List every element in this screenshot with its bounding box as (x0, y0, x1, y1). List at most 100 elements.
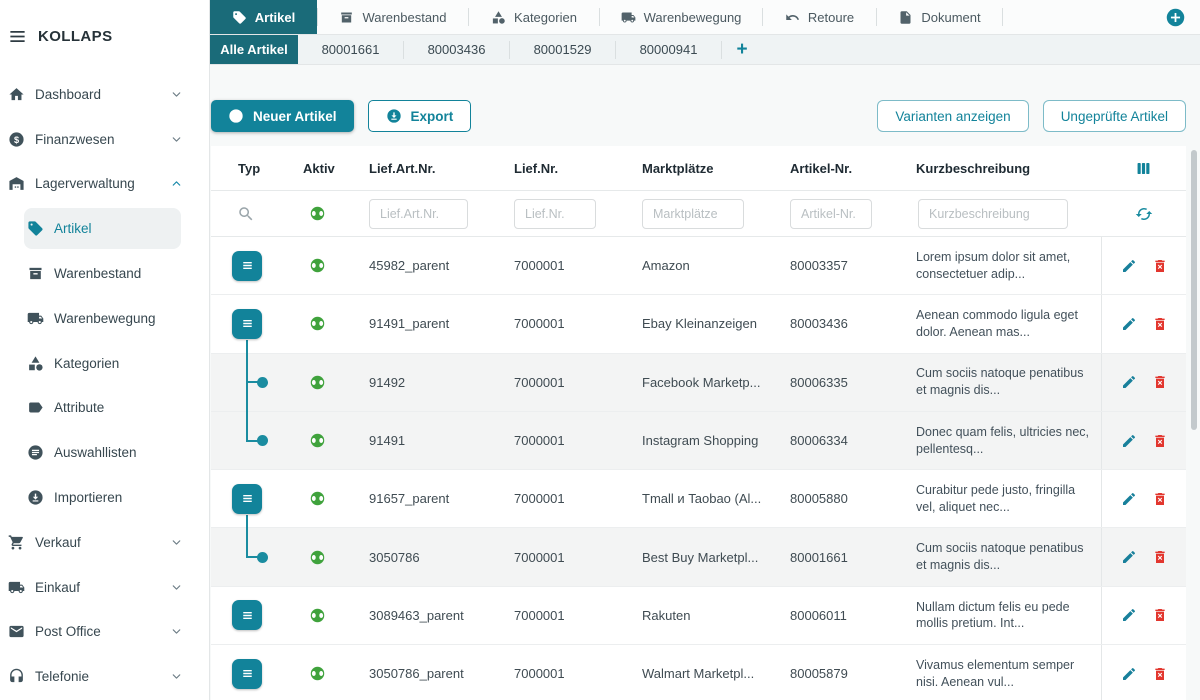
edit-icon[interactable] (1121, 666, 1137, 682)
filter-input-marktplätze[interactable] (642, 199, 744, 229)
sidebar-item-finanzwesen[interactable]: $Finanzwesen (0, 117, 209, 162)
inventory-box-icon (27, 265, 44, 282)
parent-article-list-button[interactable] (232, 659, 262, 689)
lief-art-nr-value: 91491_parent (353, 316, 498, 331)
refresh-icon[interactable] (1135, 205, 1153, 223)
category-shapes-icon (27, 355, 44, 372)
edit-icon[interactable] (1121, 491, 1137, 507)
edit-icon[interactable] (1121, 607, 1137, 623)
sidebar-item-artikel[interactable]: Artikel (0, 206, 209, 251)
edit-icon[interactable] (1121, 374, 1137, 390)
kurzbeschreibung-value: Donec quam felis, ultricies nec, pellent… (902, 424, 1101, 458)
edit-icon[interactable] (1121, 433, 1137, 449)
sidebar-item-telefonie[interactable]: Telefonie (0, 654, 209, 699)
tab-warenbewegung[interactable]: Warenbewegung (600, 0, 762, 34)
filter-input-kurzbeschreibung[interactable] (918, 199, 1068, 229)
filter-input-lief-art-nr[interactable] (369, 199, 468, 229)
edit-icon[interactable] (1121, 549, 1137, 565)
tab-retoure[interactable]: Retoure (763, 0, 876, 34)
sidebar-item-label: Finanzwesen (35, 132, 115, 147)
parent-article-list-button[interactable] (232, 600, 262, 630)
table-row: 30507867000001Best Buy Marketpl...800016… (211, 528, 1186, 586)
main: Artikel Warenbestand KategorienWarenbewegu… (210, 0, 1200, 700)
typ-cell (211, 412, 291, 469)
filter-input-artikel-nr[interactable] (790, 199, 872, 229)
parent-article-list-button[interactable] (232, 251, 262, 281)
typ-cell (211, 587, 291, 644)
edit-icon[interactable] (1121, 258, 1137, 274)
delete-icon[interactable] (1152, 666, 1168, 682)
subtab-80003436[interactable]: 80003436 (404, 35, 509, 64)
sidebar-nav: Dashboard$FinanzwesenLagerverwaltungArti… (0, 72, 209, 699)
parent-article-list-button[interactable] (232, 309, 262, 339)
subtab-label: 80003436 (428, 42, 486, 57)
table-row: 91491_parent7000001Ebay Kleinanzeigen800… (211, 295, 1186, 353)
columns-settings-icon[interactable] (1134, 159, 1153, 178)
headset-icon (8, 668, 25, 685)
tab-kategorien[interactable]: Kategorien (469, 0, 599, 34)
lief-art-nr-value: 3089463_parent (353, 608, 498, 623)
show-variants-button[interactable]: Varianten anzeigen (877, 100, 1028, 132)
sidebar-item-dashboard[interactable]: Dashboard (0, 72, 209, 117)
active-status-icon (309, 432, 326, 449)
column-header-marktplätze: Marktplätze (626, 161, 774, 176)
content: Neuer Artikel Export Varianten anzeigen … (210, 65, 1200, 700)
typ-cell (211, 295, 291, 352)
kurzbeschreibung-value: Vivamus elementum semper nisi. Aenean vu… (902, 657, 1101, 691)
tab-label: Warenbestand (362, 10, 446, 25)
list-icon (239, 490, 256, 507)
lief-nr-value: 7000001 (498, 550, 626, 565)
export-button[interactable]: Export (368, 100, 472, 132)
typ-cell (211, 354, 291, 411)
tab-warenbestand[interactable]: Warenbestand (318, 0, 468, 34)
tab-artikel[interactable]: Artikel (210, 0, 317, 34)
aktiv-filter-toggle-icon[interactable] (309, 205, 326, 222)
tree-connector-line (246, 527, 248, 557)
add-tab-button[interactable] (1165, 7, 1186, 28)
edit-icon[interactable] (1121, 316, 1137, 332)
sidebar-item-warenbestand[interactable]: Warenbestand (0, 251, 209, 296)
sidebar-item-lagerverwaltung[interactable]: Lagerverwaltung (0, 162, 209, 207)
sidebar-item-importieren[interactable]: Importieren (0, 475, 209, 520)
table-row: 45982_parent7000001Amazon80003357Lorem i… (211, 237, 1186, 295)
column-header-lief-art-nr: Lief.Art.Nr. (353, 161, 498, 176)
filter-input-lief-nr[interactable] (514, 199, 596, 229)
delete-icon[interactable] (1152, 491, 1168, 507)
delete-icon[interactable] (1152, 607, 1168, 623)
subtab-80000941[interactable]: 80000941 (616, 35, 721, 64)
brand: KOLLAPS (0, 0, 209, 72)
tab-label: Dokument (921, 10, 980, 25)
lief-art-nr-value: 3050786 (353, 550, 498, 565)
add-subtab-button[interactable]: + (722, 35, 762, 64)
filter-cell-lief-nr (498, 199, 626, 229)
delete-icon[interactable] (1152, 433, 1168, 449)
tab-bar: Artikel Warenbestand KategorienWarenbewegu… (210, 0, 1200, 35)
sidebar-item-attribute[interactable]: Attribute (0, 386, 209, 431)
sidebar-item-einkauf[interactable]: Einkauf (0, 565, 209, 610)
table-row: 3050786_parent7000001Walmart Marketpl...… (211, 645, 1186, 700)
scrollbar-thumb[interactable] (1191, 150, 1197, 430)
aktiv-cell (291, 257, 353, 274)
delete-icon[interactable] (1152, 316, 1168, 332)
new-article-button[interactable]: Neuer Artikel (211, 100, 354, 132)
import-circle-icon (27, 489, 44, 506)
sidebar-item-post-office[interactable]: Post Office (0, 610, 209, 655)
subtab-80001661[interactable]: 80001661 (298, 35, 403, 64)
delete-icon[interactable] (1152, 258, 1168, 274)
delete-icon[interactable] (1152, 549, 1168, 565)
tab-dokument[interactable]: Dokument (877, 0, 1002, 34)
sidebar-item-kategorien[interactable]: Kategorien (0, 341, 209, 386)
subtab-label: Alle Artikel (220, 42, 287, 57)
menu-icon[interactable] (8, 27, 27, 46)
delete-icon[interactable] (1152, 374, 1168, 390)
parent-article-list-button[interactable] (232, 484, 262, 514)
unchecked-articles-button[interactable]: Ungeprüfte Artikel (1043, 100, 1186, 132)
category-shapes-icon (491, 10, 506, 25)
subtab-80001529[interactable]: 80001529 (510, 35, 615, 64)
sidebar-item-warenbewegung[interactable]: Warenbewegung (0, 296, 209, 341)
shopping-cart-icon (8, 534, 25, 551)
subtab-alle-artikel[interactable]: Alle Artikel (210, 35, 298, 64)
tab-label: Artikel (255, 10, 295, 25)
sidebar-item-verkauf[interactable]: Verkauf (0, 520, 209, 565)
sidebar-item-auswahllisten[interactable]: Auswahllisten (0, 430, 209, 475)
